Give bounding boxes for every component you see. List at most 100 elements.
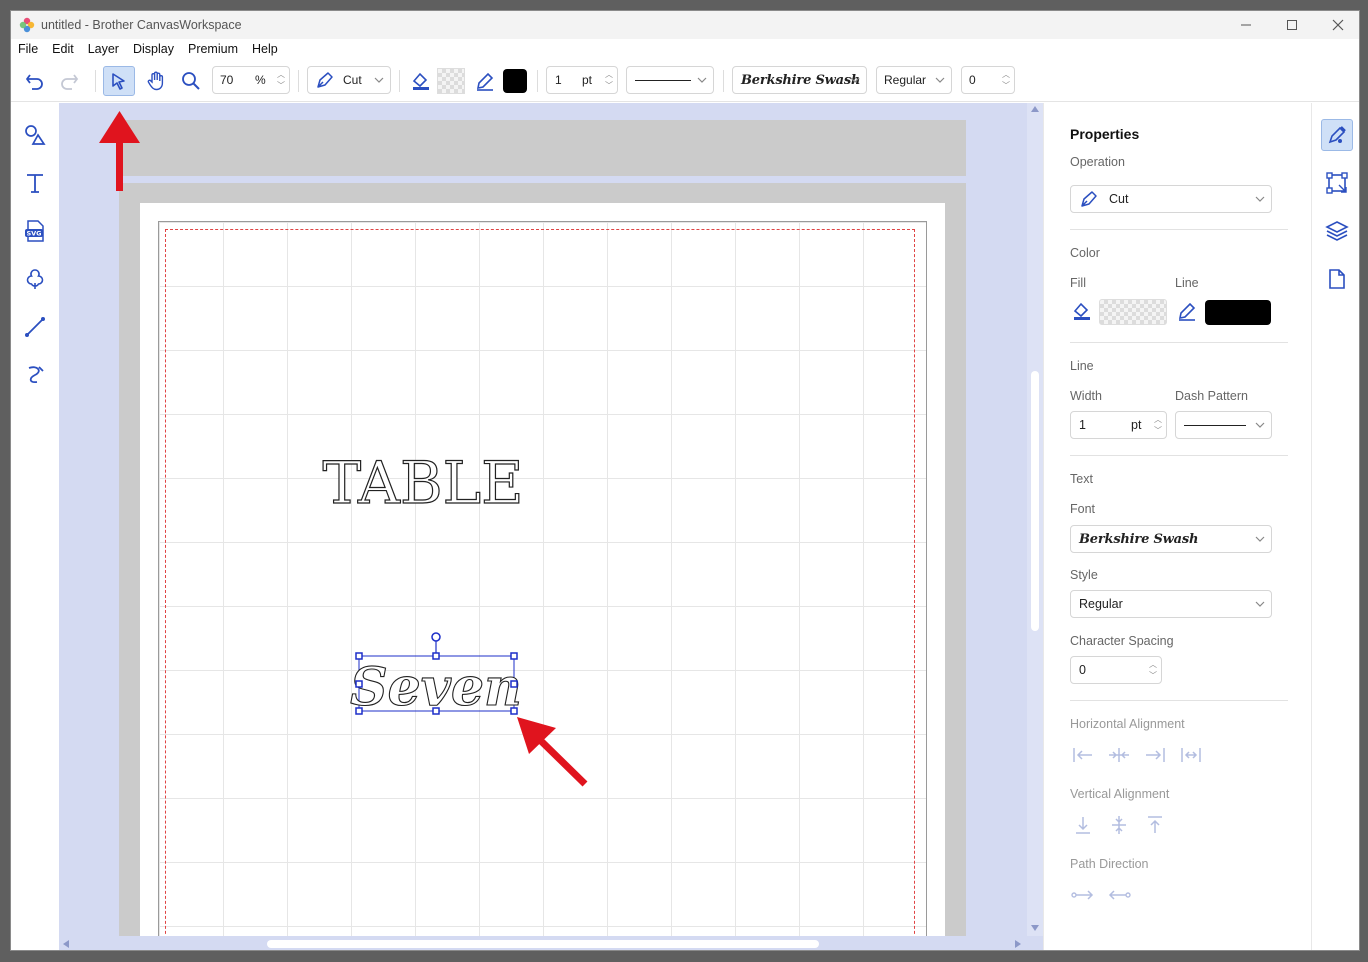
pencil-icon (1174, 301, 1200, 321)
zoom-stepper[interactable]: ︿ ﹀ (275, 69, 287, 91)
undo-button[interactable] (21, 66, 49, 96)
chevron-down-icon: ﹀ (1154, 426, 1162, 435)
align-left-icon[interactable] (1070, 744, 1096, 766)
line-width-stepper[interactable]: ︿ ﹀ (603, 69, 615, 91)
shapes-tool[interactable] (21, 121, 49, 149)
hand-icon (147, 71, 164, 91)
zoom-tool-button[interactable] (176, 66, 206, 96)
dash-pattern-select[interactable] (1175, 411, 1272, 439)
path-reverse-icon[interactable] (1106, 885, 1132, 905)
pencil-icon (476, 72, 494, 91)
line-color-swatch[interactable] (503, 69, 527, 93)
width-stepper[interactable]: ︿ ﹀ (1152, 414, 1164, 436)
resize-handle[interactable] (510, 707, 518, 715)
chevron-down-icon (935, 77, 945, 83)
vertical-scrollbar[interactable] (1027, 103, 1043, 936)
operation-dropdown[interactable]: Cut (307, 66, 391, 94)
vertical-scroll-thumb[interactable] (1031, 371, 1039, 631)
chevron-down-icon (1255, 536, 1265, 542)
resize-handle[interactable] (355, 680, 363, 688)
align-right-icon[interactable] (1142, 744, 1168, 766)
char-spacing-input[interactable]: 0 ︿ ﹀ (1070, 656, 1162, 684)
fill-button[interactable] (408, 66, 434, 96)
resize-handle[interactable] (510, 680, 518, 688)
chevron-down-icon (850, 77, 860, 83)
resize-handle[interactable] (510, 652, 518, 660)
shapes-icon (25, 125, 46, 145)
font-dropdown[interactable]: Berkshire Swash (732, 66, 867, 94)
align-bottom-icon[interactable] (1070, 814, 1096, 836)
menu-display[interactable]: Display (133, 42, 174, 56)
align-justify-icon[interactable] (1178, 744, 1204, 766)
line-width-field[interactable]: 1 pt ︿ ﹀ (546, 66, 618, 94)
horizontal-scrollbar[interactable] (59, 936, 1027, 950)
close-button[interactable] (1315, 11, 1359, 39)
line-section-label: Line (1070, 359, 1094, 373)
zoom-field[interactable]: 70 % ︿ ﹀ (212, 66, 290, 94)
char-spacing-input-stepper[interactable]: ︿ ﹀ (1147, 659, 1159, 681)
path-forward-icon[interactable] (1070, 885, 1096, 905)
page-tab[interactable] (1325, 267, 1349, 294)
properties-tab[interactable] (1321, 119, 1353, 151)
solid-line-icon (635, 79, 691, 81)
section-divider (1070, 455, 1288, 456)
chevron-down-icon: ﹀ (1149, 671, 1157, 680)
fill-color-swatch[interactable] (437, 68, 465, 94)
select-tool-button[interactable] (103, 66, 135, 96)
align-center-icon[interactable] (1106, 744, 1132, 766)
rotate-handle[interactable] (431, 632, 441, 642)
solid-line-icon (1184, 424, 1246, 426)
dash-pattern-dropdown[interactable] (626, 66, 714, 94)
text-tool[interactable] (21, 169, 49, 197)
pan-tool-button[interactable] (141, 66, 171, 96)
redo-button[interactable] (55, 66, 83, 96)
canvas-area[interactable]: TABLE Seven (59, 103, 1043, 950)
line-color-button[interactable] (472, 66, 498, 96)
table-text-object[interactable]: TABLE (322, 448, 524, 517)
scroll-left-icon (63, 940, 69, 948)
resize-handle[interactable] (355, 652, 363, 660)
layers-tab[interactable] (1325, 219, 1349, 246)
app-logo-icon (19, 17, 35, 33)
char-spacing-stepper[interactable]: ︿ ﹀ (1000, 69, 1012, 91)
menu-file[interactable]: File (18, 42, 38, 56)
menu-premium[interactable]: Premium (188, 42, 238, 56)
fill-color-swatch[interactable] (1099, 299, 1167, 325)
maximize-button[interactable] (1269, 11, 1315, 39)
svg-import-tool[interactable]: SVG (21, 217, 49, 245)
horizontal-scroll-thumb[interactable] (267, 940, 819, 948)
font-select[interactable]: Berkshire Swash (1070, 525, 1272, 553)
resize-handle[interactable] (355, 707, 363, 715)
properties-panel: Properties Operation Cut Color Fill Line… (1043, 103, 1311, 950)
char-spacing-label: Character Spacing (1070, 634, 1174, 648)
align-middle-icon[interactable] (1106, 814, 1132, 836)
cut-pen-icon (1081, 191, 1097, 207)
resize-handle[interactable] (432, 707, 440, 715)
line-color-swatch[interactable] (1205, 300, 1271, 325)
chevron-up-icon: ︿ (277, 70, 285, 79)
operation-select[interactable]: Cut (1070, 185, 1272, 213)
width-field[interactable]: 1 pt ︿ ﹀ (1070, 411, 1167, 439)
chevron-up-icon: ︿ (1002, 70, 1010, 79)
pattern-tool[interactable] (21, 265, 49, 293)
path-direction-label: Path Direction (1070, 857, 1149, 871)
menu-layer[interactable]: Layer (88, 42, 119, 56)
align-top-icon[interactable] (1142, 814, 1168, 836)
toolbar-separator (399, 70, 400, 92)
minimize-button[interactable] (1223, 11, 1269, 39)
scroll-up-icon (1031, 106, 1039, 112)
freehand-tool[interactable] (21, 361, 49, 389)
style-dropdown[interactable]: Regular (876, 66, 952, 94)
line-width-unit: pt (582, 73, 593, 87)
brush-icon (1328, 126, 1346, 144)
transform-tab[interactable] (1325, 171, 1349, 198)
line-tool[interactable] (21, 313, 49, 341)
char-spacing-field[interactable]: 0 ︿ ﹀ (961, 66, 1015, 94)
style-select[interactable]: Regular (1070, 590, 1272, 618)
menu-help[interactable]: Help (252, 42, 278, 56)
clover-icon (26, 269, 44, 289)
chevron-down-icon: ﹀ (1002, 81, 1010, 90)
fill-bucket-icon (412, 72, 429, 90)
menu-edit[interactable]: Edit (52, 42, 74, 56)
resize-handle[interactable] (432, 652, 440, 660)
